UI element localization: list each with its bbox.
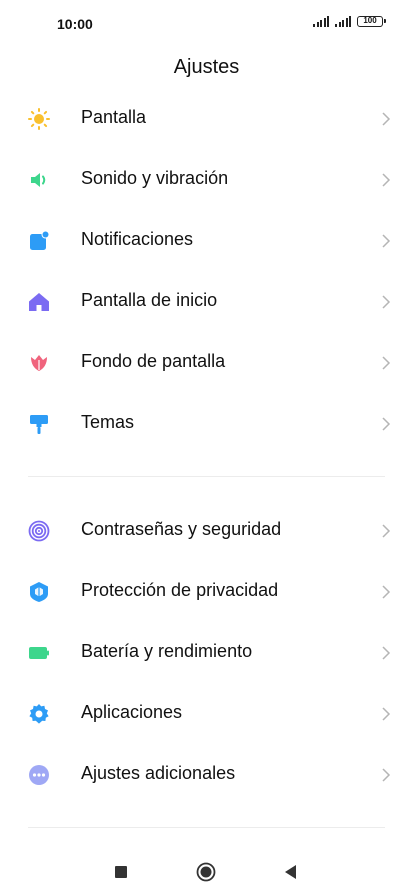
- chevron-right-icon: [382, 295, 391, 309]
- settings-item-adicionales[interactable]: Ajustes adicionales: [0, 745, 413, 805]
- speaker-icon: [31, 173, 46, 187]
- group-divider: [28, 476, 385, 477]
- notification-icon: [30, 230, 50, 250]
- battery-icon: 100: [357, 15, 386, 27]
- battery-level: 100: [363, 15, 377, 25]
- settings-item-label: Pantalla de inicio: [81, 290, 218, 310]
- status-icons: 100: [313, 15, 386, 27]
- settings-item-pantalla[interactable]: Pantalla: [0, 89, 413, 149]
- settings-item-fondo[interactable]: Fondo de pantalla: [0, 333, 413, 393]
- tulip-icon: [31, 355, 47, 371]
- back-icon[interactable]: [283, 864, 297, 880]
- recents-icon[interactable]: [114, 865, 128, 879]
- battery-icon: [29, 647, 49, 659]
- settings-item-privacidad[interactable]: Protección de privacidad: [0, 562, 413, 622]
- chevron-right-icon: [382, 417, 391, 431]
- home-icon[interactable]: [196, 862, 216, 882]
- chevron-right-icon: [382, 646, 391, 660]
- settings-item-contrasenas[interactable]: Contraseñas y seguridad: [0, 501, 413, 561]
- settings-item-label: Sonido y vibración: [81, 168, 229, 188]
- settings-item-label: Batería y rendimiento: [81, 641, 253, 661]
- settings-item-notificaciones[interactable]: Notificaciones: [0, 211, 413, 271]
- settings-item-label: Aplicaciones: [81, 702, 183, 722]
- settings-item-label: Fondo de pantalla: [81, 351, 226, 371]
- settings-item-temas[interactable]: Temas: [0, 394, 413, 454]
- settings-item-label: Contraseñas y seguridad: [81, 519, 282, 539]
- settings-item-label: Temas: [81, 412, 135, 432]
- settings-item-label: Pantalla: [81, 107, 147, 127]
- status-bar: 10:00 100: [0, 0, 413, 48]
- page-title: Ajustes: [173, 56, 240, 78]
- chevron-right-icon: [382, 234, 391, 248]
- navigation-bar: [0, 848, 413, 896]
- paint-roller-icon: [30, 415, 48, 434]
- settings-item-aplicaciones[interactable]: Aplicaciones: [0, 684, 413, 744]
- home-icon: [29, 293, 49, 311]
- shield-icon: [30, 582, 48, 602]
- settings-item-pantalla-inicio[interactable]: Pantalla de inicio: [0, 272, 413, 332]
- status-time: 10:00: [57, 16, 93, 32]
- fingerprint-icon: [28, 520, 50, 542]
- chevron-right-icon: [382, 707, 391, 721]
- settings-item-bateria[interactable]: Batería y rendimiento: [0, 623, 413, 683]
- signal-icon-2: [335, 15, 351, 27]
- chevron-right-icon: [382, 356, 391, 370]
- settings-item-label: Notificaciones: [81, 229, 194, 249]
- chevron-right-icon: [382, 524, 391, 538]
- chevron-right-icon: [382, 112, 391, 126]
- group-divider: [28, 827, 385, 828]
- chevron-right-icon: [382, 585, 391, 599]
- chevron-right-icon: [382, 173, 391, 187]
- settings-item-sonido[interactable]: Sonido y vibración: [0, 150, 413, 210]
- more-icon: [29, 765, 49, 785]
- signal-icon: [313, 15, 329, 27]
- chevron-right-icon: [382, 768, 391, 782]
- settings-item-label: Ajustes adicionales: [81, 763, 236, 783]
- sun-icon: [28, 108, 50, 130]
- gear-icon: [29, 704, 49, 724]
- settings-item-label: Protección de privacidad: [81, 580, 279, 600]
